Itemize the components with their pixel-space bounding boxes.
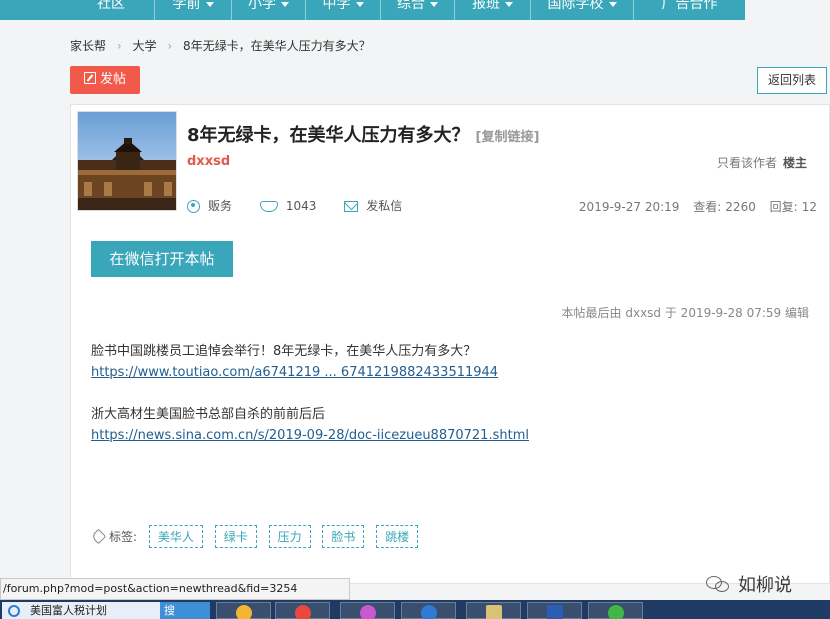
taskbar-app-button[interactable]	[216, 602, 271, 619]
app-icon	[421, 605, 437, 619]
author-role-label: 贩务	[208, 199, 233, 213]
taskbar-app-button[interactable]	[527, 602, 582, 619]
status-bar-url: /forum.php?mod=post&action=newthread&fid…	[0, 578, 350, 600]
taskbar-app-button[interactable]	[340, 602, 395, 619]
taskbar-browser-title: 美国富人税计划	[30, 604, 107, 617]
breadcrumb: 家长帮 › 大学 › 8年无绿卡，在美华人压力有多大？	[70, 37, 371, 54]
nav-item-label: 广告合作	[661, 0, 718, 12]
tag-link[interactable]: 绿卡	[214, 525, 257, 548]
only-author-row: 只看该作者 楼主	[717, 154, 807, 171]
chevron-down-icon	[281, 1, 289, 7]
taskbar-browser-button[interactable]: 美国富人税计划	[2, 602, 160, 619]
user-icon	[187, 200, 200, 213]
app-icon	[236, 605, 252, 619]
nav-item-international-schools[interactable]: 国际学校	[531, 0, 633, 20]
nav-item-label: 社区	[97, 0, 125, 12]
nav-item-general[interactable]: 综合	[381, 0, 454, 20]
paragraph-text: 浙大高材生美国脸书总部自杀的前前后后	[91, 407, 326, 422]
breadcrumb-separator-icon: ›	[116, 39, 122, 53]
chevron-down-icon	[505, 1, 513, 7]
folder-icon	[486, 605, 502, 619]
views-label: 查看:	[693, 200, 722, 214]
coin-icon	[259, 200, 278, 212]
back-to-list-button[interactable]: 返回列表	[757, 67, 827, 94]
article-link[interactable]: https://news.sina.com.cn/s/2019-09-28/do…	[91, 428, 529, 443]
nav-item-label: 学前	[172, 0, 201, 12]
nav-item-middle-school[interactable]: 中学	[306, 0, 380, 20]
post-date: 2019-9-27 20:19	[578, 200, 680, 214]
nav-item-advertising[interactable]: 广告合作	[634, 0, 745, 20]
browser-icon	[8, 605, 20, 617]
post-stats: 2019-9-27 20:19 查看: 2260 回复: 12	[569, 198, 817, 215]
tag-link[interactable]: 美华人	[148, 525, 203, 548]
breadcrumb-section-link[interactable]: 大学	[132, 39, 156, 53]
post-body: 脸书中国跳楼员工追悼会举行！8年无绿卡，在美华人压力有多大？ https://w…	[91, 341, 791, 446]
taskbar-app-button[interactable]	[588, 602, 643, 619]
taskbar-app-button[interactable]	[275, 602, 330, 619]
taskbar-app-button[interactable]	[466, 602, 521, 619]
nav-item-label: 小学	[248, 0, 276, 12]
open-in-wechat-button[interactable]: 在微信打开本帖	[91, 241, 233, 277]
nav-item-label: 中学	[322, 0, 351, 12]
tags-row: 标签: 美华人 绿卡 压力 脸书 跳楼	[90, 525, 419, 548]
author-role[interactable]: 贩务	[187, 197, 232, 214]
new-post-label: 发帖	[99, 72, 126, 87]
chevron-down-icon	[608, 1, 617, 7]
chevron-down-icon	[355, 1, 364, 7]
tags-label: 标签:	[109, 530, 138, 544]
nav-item-community[interactable]: 社区	[68, 0, 154, 20]
send-message-label: 发私信	[366, 199, 403, 213]
app-icon	[360, 605, 376, 619]
views-count: 2260	[725, 200, 756, 214]
nav-item-primary[interactable]: 小学	[232, 0, 305, 20]
nav-edge	[745, 0, 830, 20]
avatar-image	[78, 112, 176, 210]
paragraph-text: 脸书中国跳楼员工追悼会举行！8年无绿卡，在美华人压力有多大？	[91, 344, 477, 359]
post-title-row: 8年无绿卡，在美华人压力有多大？ [复制链接]	[187, 121, 539, 147]
watermark: 如柳说	[706, 571, 792, 597]
input-method-indicator[interactable]: 搜 工	[160, 602, 210, 619]
breadcrumb-current: 8年无绿卡，在美华人压力有多大？	[182, 39, 371, 53]
nav-item-classes[interactable]: 报班	[455, 0, 530, 20]
wechat-icon	[706, 575, 732, 593]
chrome-icon	[295, 605, 311, 619]
post-title: 8年无绿卡，在美华人压力有多大？	[187, 125, 470, 146]
author-meta-row: 贩务 1043 发私信	[187, 197, 426, 214]
breadcrumb-home-link[interactable]: 家长帮	[70, 39, 106, 53]
nav-item-label: 综合	[397, 0, 425, 12]
post-card: 8年无绿卡，在美华人压力有多大？ [复制链接] dxxsd 只看该作者 楼主 贩务 …	[70, 104, 830, 584]
taskbar: 美国富人税计划 搜 工	[0, 600, 830, 619]
chevron-down-icon	[430, 1, 438, 7]
nav-item-label: 报班	[472, 0, 500, 12]
mail-icon	[344, 201, 359, 212]
author-name[interactable]: dxxsd	[187, 154, 230, 169]
taskbar-app-button[interactable]	[401, 602, 456, 619]
tag-link[interactable]: 压力	[268, 525, 311, 548]
nav-item-preschool[interactable]: 学前	[155, 0, 231, 20]
tag-link[interactable]: 跳楼	[376, 525, 419, 548]
wechat-icon	[608, 605, 624, 619]
tag-link[interactable]: 脸书	[322, 525, 365, 548]
top-navigation: 社区 学前 小学 中学 综合 报班 国际学校 广告合作	[0, 0, 830, 20]
article-link[interactable]: https://www.toutiao.com/a6741219 ... 674…	[91, 365, 498, 380]
copy-link-button[interactable]: [复制链接]	[476, 130, 540, 145]
louzhu-label: 楼主	[782, 156, 807, 170]
new-post-button[interactable]: 发帖	[70, 66, 140, 94]
word-icon	[547, 605, 563, 619]
author-points-value: 1043	[285, 198, 317, 213]
avatar[interactable]	[77, 111, 177, 211]
only-author-link[interactable]: 只看该作者	[717, 156, 777, 170]
chevron-down-icon	[205, 1, 214, 7]
replies-label: 回复:	[769, 200, 798, 214]
author-points: 1043	[259, 198, 317, 213]
watermark-text: 如柳说	[738, 575, 792, 596]
tag-icon	[90, 528, 107, 545]
send-message-link[interactable]: 发私信	[344, 197, 402, 214]
edit-icon	[83, 72, 96, 84]
edit-note: 本帖最后由 dxxsd 于 2019-9-28 07:59 编辑	[561, 306, 809, 320]
replies-count: 12	[801, 200, 817, 214]
nav-item-label: 国际学校	[547, 0, 604, 12]
breadcrumb-separator-icon: ›	[167, 39, 173, 53]
